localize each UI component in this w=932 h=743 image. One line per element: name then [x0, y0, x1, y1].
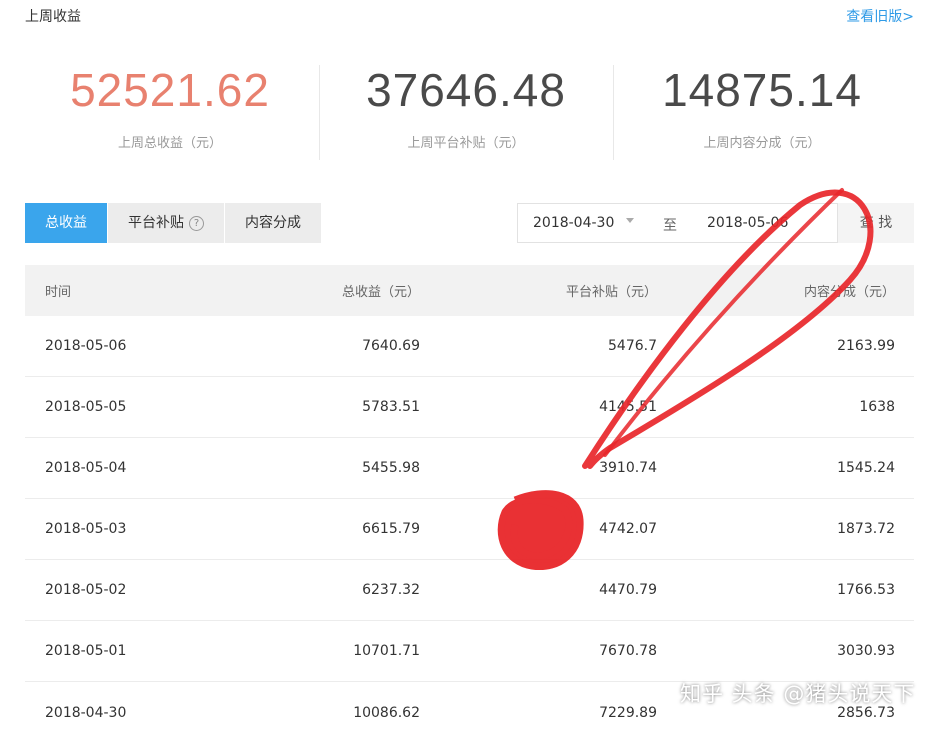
cell-total: 7640.69 — [362, 338, 420, 354]
cell-total: 6237.32 — [362, 582, 420, 598]
column-header-share: 内容分成（元） — [803, 285, 895, 300]
stat-value: 14875.14 — [662, 64, 862, 116]
stat-divider — [613, 65, 614, 160]
date-end-field[interactable]: 2018-05-06 — [707, 215, 788, 231]
cell-subsidy: 4145.51 — [599, 399, 657, 415]
cell-subsidy: 7229.89 — [599, 704, 657, 721]
tab-label: 总收益 — [45, 215, 87, 231]
column-header-subsidy: 平台补贴（元） — [565, 285, 657, 300]
cell-share: 1545.24 — [837, 460, 895, 476]
cell-subsidy: 5476.7 — [608, 338, 657, 354]
column-header-date: 时间 — [45, 285, 72, 300]
stat-label: 上周平台补贴（元） — [407, 136, 525, 151]
table-row: 2018-05-02 6237.32 4470.79 1766.53 — [25, 560, 914, 621]
column-header-total: 总收益（元） — [341, 285, 420, 300]
cell-subsidy: 4742.07 — [599, 521, 657, 537]
cell-date: 2018-04-30 — [45, 704, 127, 721]
cell-share: 1638 — [859, 399, 895, 415]
stat-total-income: 52521.62 上周总收益（元） — [25, 60, 315, 151]
table-row: 2018-05-05 5783.51 4145.51 1638 — [25, 377, 914, 438]
cell-date: 2018-05-06 — [45, 338, 127, 354]
tab-total-income[interactable]: 总收益 — [25, 203, 108, 243]
help-icon[interactable]: ? — [189, 215, 204, 231]
watermark-text: 知乎 头条 @猪头说天下 — [680, 682, 916, 706]
view-old-version-link[interactable]: 查看旧版> — [846, 6, 914, 26]
cell-total: 10701.71 — [353, 643, 420, 659]
cell-date: 2018-05-03 — [45, 521, 127, 537]
date-start-field[interactable]: 2018-04-30 — [533, 215, 614, 231]
table-row: 2018-05-01 10701.71 7670.78 3030.93 — [25, 621, 914, 682]
cell-share: 1873.72 — [837, 521, 895, 537]
cell-subsidy: 3910.74 — [599, 460, 657, 476]
cell-total: 10086.62 — [353, 704, 420, 721]
cell-date: 2018-05-05 — [45, 399, 127, 415]
cell-subsidy: 7670.78 — [599, 643, 657, 659]
stat-label: 上周内容分成（元） — [703, 136, 821, 151]
table-header: 时间 总收益（元） 平台补贴（元） 内容分成（元） — [25, 265, 914, 316]
table-row: 2018-05-03 6615.79 4742.07 1873.72 — [25, 499, 914, 560]
stat-content-share: 14875.14 上周内容分成（元） — [617, 60, 907, 151]
stat-value: 52521.62 — [70, 64, 270, 116]
income-tabs: 总收益 平台补贴? 内容分成 — [25, 203, 322, 243]
cell-date: 2018-05-02 — [45, 582, 127, 598]
chevron-down-icon[interactable] — [626, 218, 634, 223]
cell-total: 5783.51 — [362, 399, 420, 415]
stat-label: 上周总收益（元） — [117, 136, 222, 151]
tab-content-share[interactable]: 内容分成 — [225, 203, 322, 243]
table-row: 2018-05-06 7640.69 5476.7 2163.99 — [25, 316, 914, 377]
tab-label: 内容分成 — [245, 215, 301, 231]
stat-platform-subsidy: 37646.48 上周平台补贴（元） — [321, 60, 611, 151]
cell-share: 2163.99 — [837, 338, 895, 354]
cell-share: 1766.53 — [837, 582, 895, 598]
date-range-separator: 至 — [663, 218, 677, 234]
cell-total: 6615.79 — [362, 521, 420, 537]
cell-date: 2018-05-04 — [45, 460, 127, 476]
tab-platform-subsidy[interactable]: 平台补贴? — [108, 203, 225, 243]
table-row: 2018-05-04 5455.98 3910.74 1545.24 — [25, 438, 914, 499]
query-button[interactable]: 查 找 — [837, 203, 914, 243]
cell-total: 5455.98 — [362, 460, 420, 476]
cell-date: 2018-05-01 — [45, 643, 127, 659]
cell-subsidy: 4470.79 — [599, 582, 657, 598]
tab-label: 平台补贴 — [128, 215, 184, 231]
stat-divider — [319, 65, 320, 160]
cell-share: 3030.93 — [837, 643, 895, 659]
stat-value: 37646.48 — [366, 64, 566, 116]
page-title: 上周收益 — [25, 9, 81, 25]
